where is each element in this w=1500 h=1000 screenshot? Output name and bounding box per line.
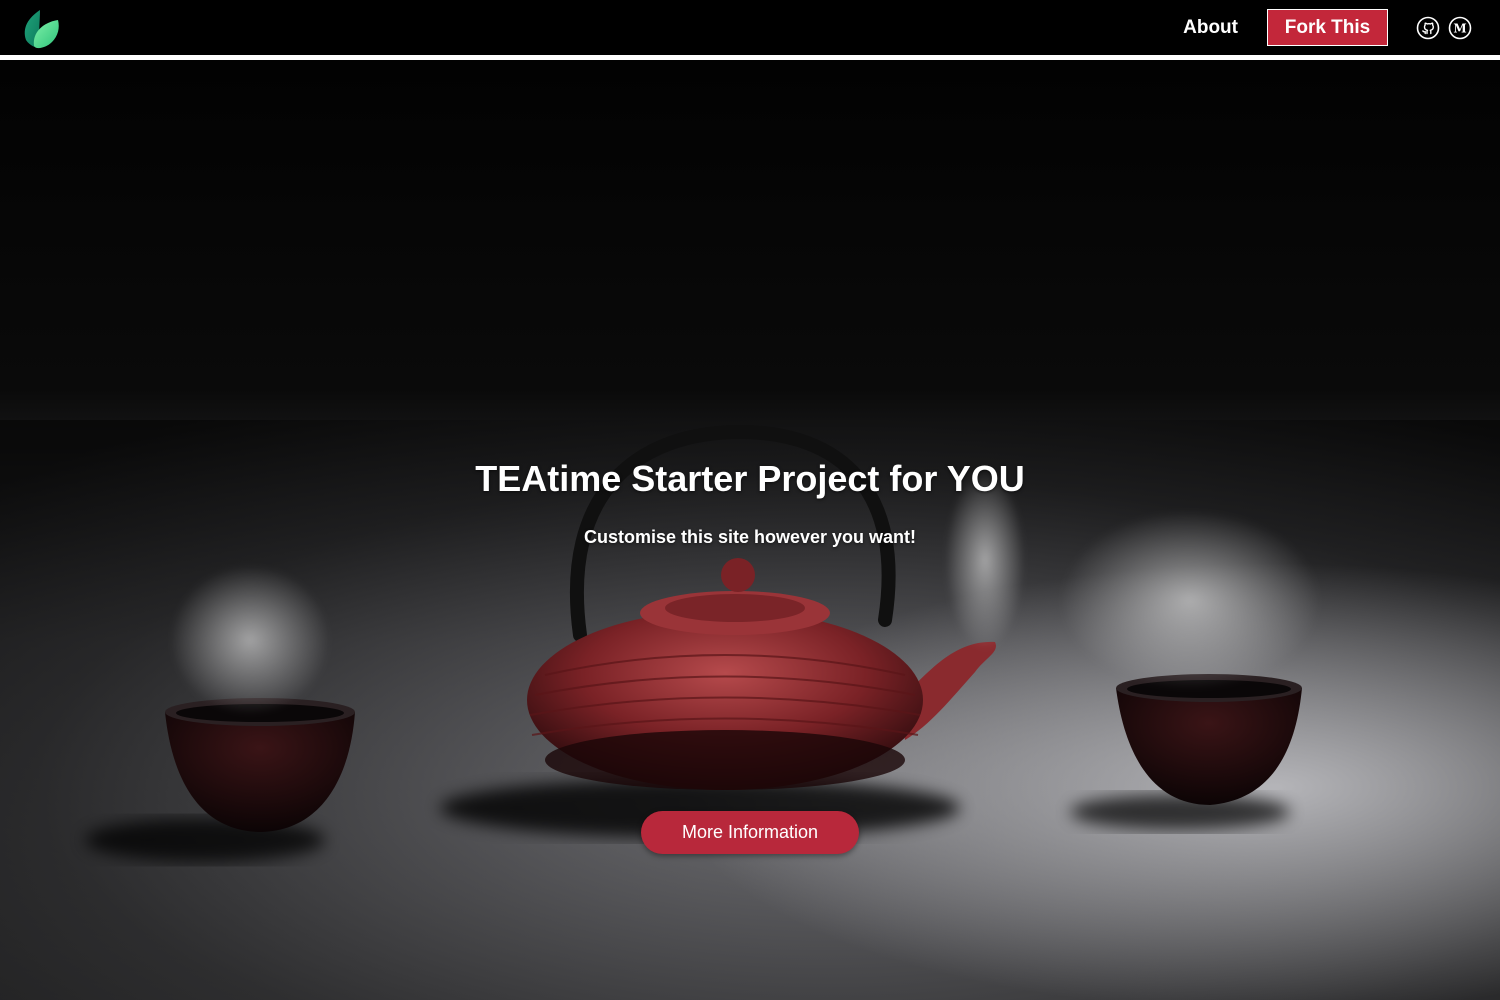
svg-text:M: M bbox=[1453, 21, 1466, 35]
top-navbar: About Fork This M bbox=[0, 0, 1500, 55]
leaf-icon[interactable] bbox=[20, 8, 60, 50]
more-information-button[interactable]: More Information bbox=[641, 811, 859, 854]
github-icon[interactable] bbox=[1416, 16, 1440, 40]
nav-right-group: About Fork This M bbox=[1183, 0, 1472, 55]
hero-subtitle: Customise this site however you want! bbox=[583, 527, 917, 547]
nav-about-link[interactable]: About bbox=[1183, 17, 1238, 39]
hero-section: TEAtime Starter Project for YOU Customis… bbox=[0, 60, 1500, 1000]
medium-icon[interactable]: M bbox=[1448, 16, 1472, 40]
fork-this-button[interactable]: Fork This bbox=[1267, 9, 1388, 46]
hero-title: TEAtime Starter Project for YOU bbox=[475, 458, 1025, 499]
